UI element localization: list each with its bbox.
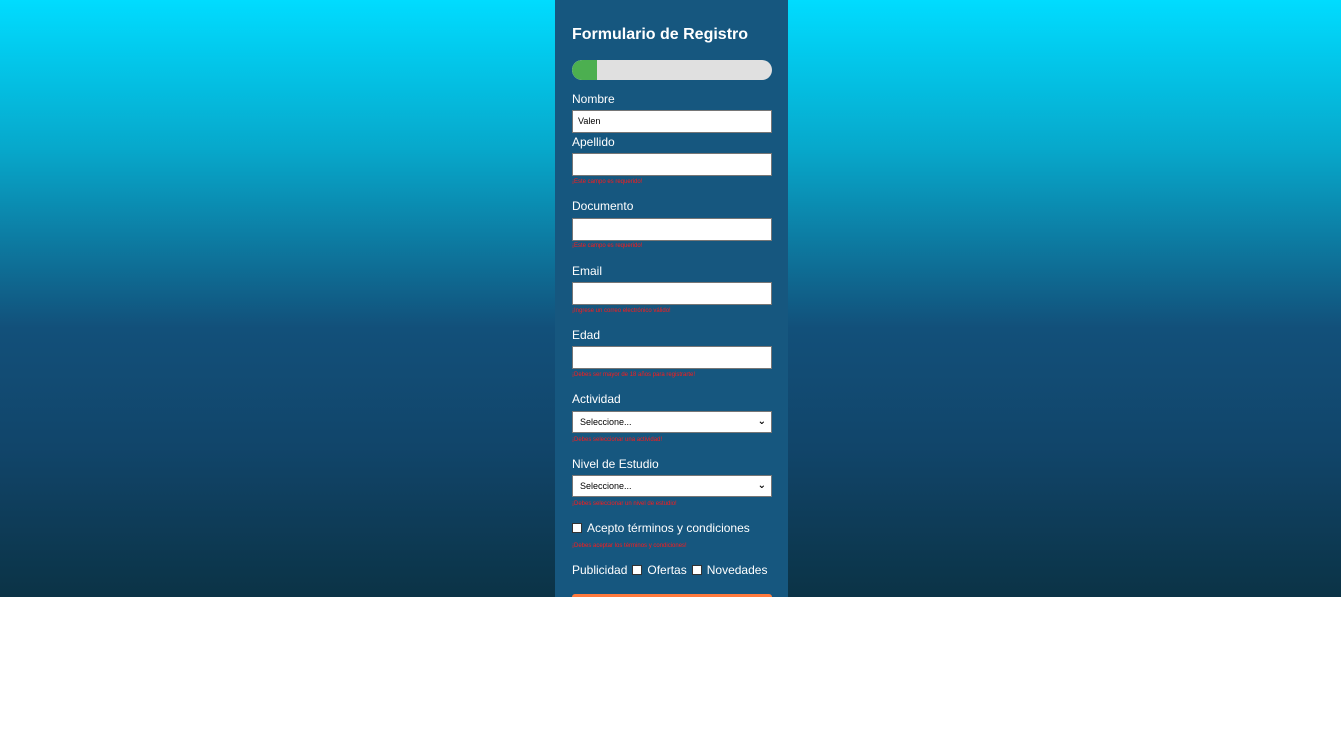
actividad-select[interactable]: Seleccione... ⌄ (572, 411, 772, 433)
ofertas-label: Ofertas (647, 563, 687, 577)
edad-input[interactable] (572, 346, 772, 369)
publicidad-row: Publicidad Ofertas Novedades (572, 563, 767, 577)
nivel-select[interactable]: Seleccione... ⌄ (572, 475, 772, 497)
novedades-label: Novedades (706, 563, 768, 577)
nombre-input[interactable]: Valen (572, 110, 772, 133)
nivel-error: ¡Debes seleccionar un nivel de estudio! (572, 501, 677, 507)
apellido-label: Apellido (572, 135, 615, 149)
nivel-selected-value: Seleccione... (580, 481, 632, 491)
terms-label: Acepto términos y condiciones (587, 521, 750, 535)
page-background: Formulario de Registro Nombre Valen Apel… (0, 0, 1341, 597)
edad-label: Edad (572, 328, 601, 342)
nivel-label: Nivel de Estudio (572, 457, 659, 471)
novedades-checkbox[interactable] (691, 565, 702, 575)
documento-label: Documento (572, 199, 634, 213)
terms-row: Acepto términos y condiciones (572, 521, 750, 535)
chevron-down-icon: ⌄ (757, 416, 766, 427)
progress-bar (572, 60, 772, 80)
chevron-down-icon: ⌄ (757, 480, 766, 491)
documento-input[interactable] (572, 218, 772, 241)
edad-error: ¡Debes ser mayor de 18 años para registr… (572, 372, 696, 378)
form-title: Formulario de Registro (572, 26, 749, 43)
email-error: ¡Ingrese un correo electrónico válido! (572, 308, 671, 314)
actividad-error: ¡Debes seleccionar una actividad! (572, 437, 663, 443)
email-label: Email (572, 264, 603, 278)
nombre-label: Nombre (572, 92, 615, 106)
terms-checkbox[interactable] (572, 523, 582, 533)
email-input[interactable] (572, 282, 772, 305)
publicidad-label: Publicidad (572, 563, 628, 577)
documento-error: ¡Este campo es requerido! (572, 243, 643, 249)
submit-button[interactable] (572, 594, 772, 597)
registration-form: Formulario de Registro Nombre Valen Apel… (555, 0, 788, 597)
apellido-error: ¡Este campo es requerido! (572, 179, 643, 185)
actividad-label: Actividad (572, 392, 621, 406)
progress-bar-fill (572, 60, 597, 80)
apellido-input[interactable] (572, 153, 772, 176)
ofertas-checkbox[interactable] (632, 565, 643, 575)
actividad-selected-value: Seleccione... (580, 417, 632, 427)
terms-error: ¡Debes aceptar los términos y condicione… (572, 543, 687, 549)
